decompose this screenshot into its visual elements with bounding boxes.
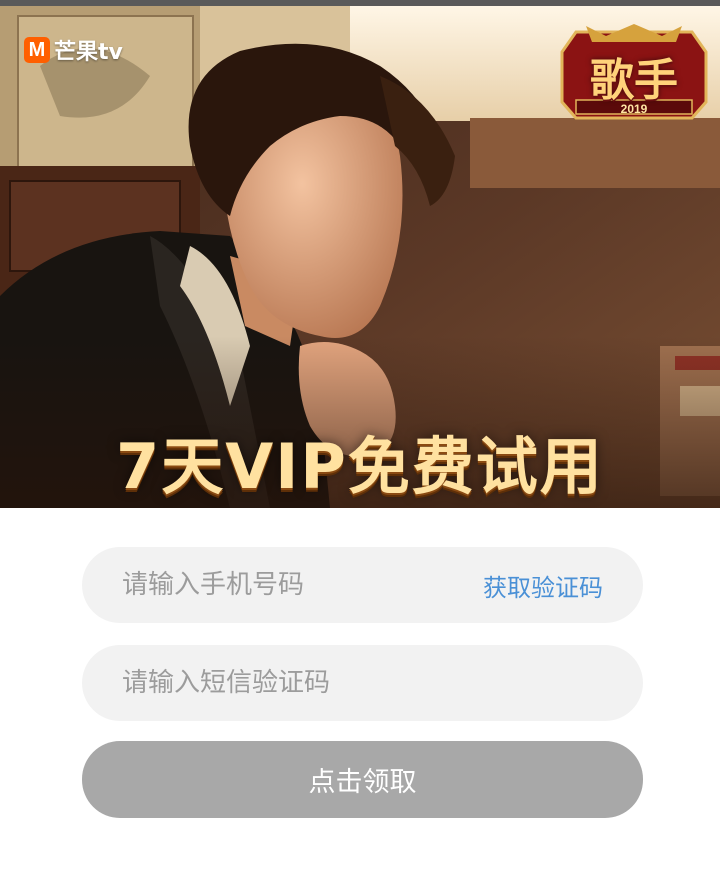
show-logo-year: 2019 (620, 102, 648, 116)
mango-tv-icon: M (24, 37, 50, 63)
promo-headline: 7天VIP免费试用 (116, 430, 604, 503)
sms-code-input[interactable] (82, 645, 643, 721)
get-code-button[interactable]: 获取验证码 (483, 568, 643, 603)
singer-show-logo: 歌手 2019 (556, 22, 712, 122)
phone-input[interactable] (82, 547, 483, 623)
sms-code-field (82, 645, 643, 721)
mango-tv-logo: M 芒果tv (24, 32, 123, 68)
hero-banner: M 芒果tv 歌手 2019 7天VIP免费试用 (0, 6, 720, 508)
promo-page: M 芒果tv 歌手 2019 7天VIP免费试用 获取验证码 点击领取 (0, 0, 720, 875)
claim-button[interactable]: 点击领取 (82, 741, 643, 818)
show-logo-title: 歌手 (590, 55, 678, 106)
brand-name: 芒果tv (54, 40, 123, 65)
phone-field: 获取验证码 (82, 547, 643, 623)
